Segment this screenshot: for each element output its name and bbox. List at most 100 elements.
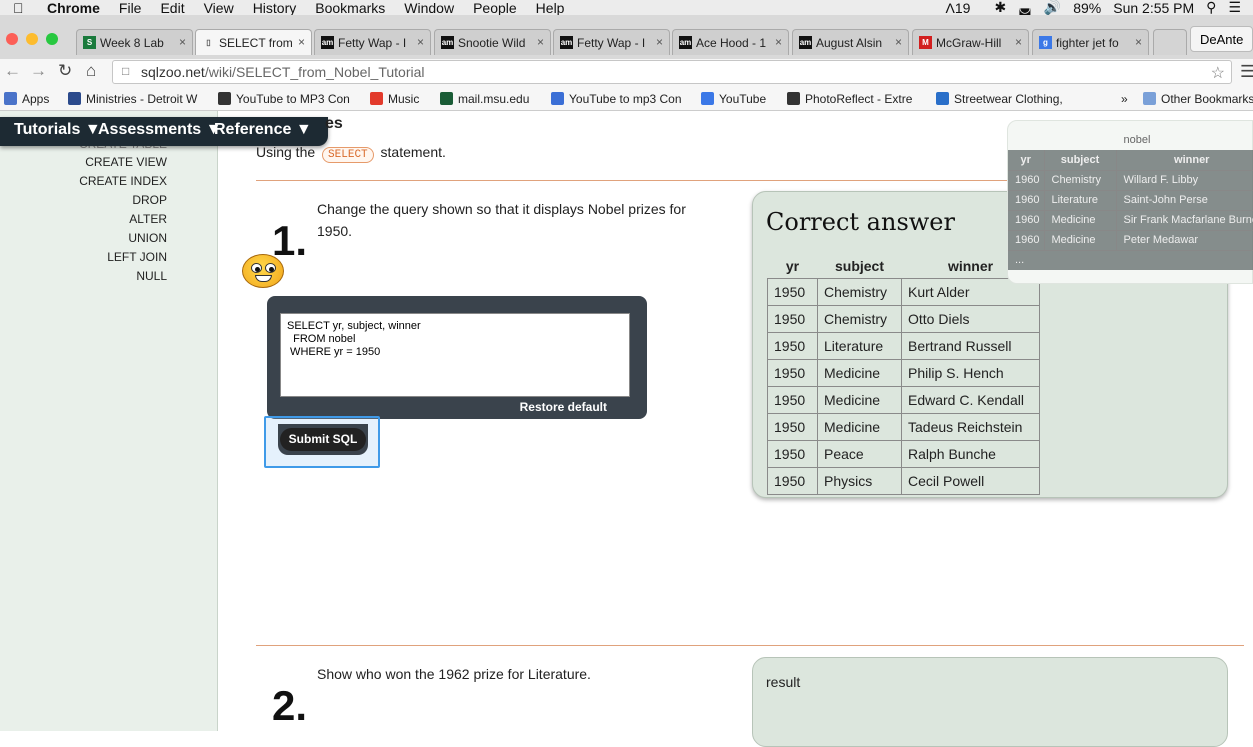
minimize-window-icon[interactable] <box>26 33 38 45</box>
bookmarks-overflow-icon[interactable]: » <box>1121 92 1128 106</box>
table-cell: Medicine <box>818 359 902 386</box>
tab-close-icon[interactable]: × <box>298 35 305 49</box>
menu-bookmarks[interactable]: Bookmarks <box>315 0 385 16</box>
wifi-icon[interactable]: ◛ <box>1018 0 1032 16</box>
close-window-icon[interactable] <box>6 33 18 45</box>
tab-close-icon[interactable]: × <box>895 35 902 49</box>
nav-reference[interactable]: Reference ▼ <box>214 121 312 139</box>
bookmark-label: mail.msu.edu <box>458 92 529 106</box>
bookmark-item[interactable]: Music <box>370 92 419 106</box>
battery-percent[interactable]: 89% <box>1073 0 1101 16</box>
table-cell: Tadeus Reichstein <box>902 413 1040 440</box>
bookmark-item[interactable]: YouTube <box>701 92 766 106</box>
bookmark-item[interactable]: Apps <box>4 92 49 106</box>
column-header: subject <box>818 254 902 278</box>
sidebar-item[interactable]: CREATE VIEW <box>85 155 167 169</box>
sidebar-item[interactable]: NULL <box>136 269 167 283</box>
nobel-preview-panel: nobel yrsubjectwinner 1960ChemistryWilla… <box>1007 120 1253 284</box>
tab[interactable]: gfighter jet fo× <box>1032 29 1149 55</box>
table-row: 1960MedicinePeter Medawar <box>1008 230 1253 250</box>
menu-people[interactable]: People <box>473 0 517 16</box>
table-row: 1950PhysicsCecil Powell <box>768 467 1040 494</box>
bookmark-item[interactable]: Streetwear Clothing, <box>936 92 1063 106</box>
tab[interactable]: amFetty Wap - I× <box>314 29 431 55</box>
clock[interactable]: Sun 2:55 PM <box>1113 0 1194 16</box>
home-icon[interactable]: ⌂ <box>86 61 96 81</box>
tab-close-icon[interactable]: × <box>1135 35 1142 49</box>
tab[interactable]: amSnootie Wild× <box>434 29 551 55</box>
forward-icon[interactable]: → <box>30 61 47 81</box>
menu-view[interactable]: View <box>204 0 234 16</box>
nav-tutorials[interactable]: Tutorials ▼ <box>14 121 101 139</box>
tab-close-icon[interactable]: × <box>179 35 186 49</box>
tab-close-icon[interactable]: × <box>1015 35 1022 49</box>
bluetooth-icon[interactable]: ✱ <box>994 0 1006 16</box>
menu-chrome[interactable]: Chrome <box>47 0 100 16</box>
spotlight-icon[interactable]: ⚲ <box>1206 0 1216 16</box>
volume-icon[interactable]: 🔊 <box>1044 0 1061 16</box>
bookmark-item[interactable]: mail.msu.edu <box>440 92 529 106</box>
sidebar-item[interactable]: DROP <box>132 193 167 207</box>
new-tab-button[interactable] <box>1153 29 1187 55</box>
table-row: 1950LiteratureBertrand Russell <box>768 332 1040 359</box>
zoom-window-icon[interactable] <box>46 33 58 45</box>
tab-close-icon[interactable]: × <box>775 35 782 49</box>
notification-center-icon[interactable]: ☰ <box>1228 0 1241 16</box>
menu-file[interactable]: File <box>119 0 142 16</box>
tab-label: McGraw-Hill <box>936 36 1001 50</box>
address-bar[interactable]: □ sqlzoo.net/wiki/SELECT_from_Nobel_Tuto… <box>112 60 1232 84</box>
bookmark-item[interactable]: YouTube to mp3 Con <box>551 92 682 106</box>
top-nav: Tutorials ▼ Assessments ▼ Reference ▼ <box>0 117 328 146</box>
tab-label: Fetty Wap - I <box>577 36 645 50</box>
chrome-menu-icon[interactable]: ☰ <box>1240 62 1253 82</box>
table-cell: 1950 <box>768 305 818 332</box>
reload-icon[interactable]: ↻ <box>58 61 72 81</box>
menu-edit[interactable]: Edit <box>160 0 184 16</box>
bookmark-item[interactable]: Ministries - Detroit W <box>68 92 197 106</box>
bookmark-item[interactable]: YouTube to MP3 Con <box>218 92 350 106</box>
profile-button[interactable]: DeAnte <box>1190 26 1253 52</box>
submit-sql-button[interactable]: Submit SQL <box>278 424 368 455</box>
tab[interactable]: amAugust Alsin× <box>792 29 909 55</box>
menu-help[interactable]: Help <box>536 0 565 16</box>
tab[interactable]: amAce Hood - 1× <box>672 29 789 55</box>
bookmark-favicon-icon <box>1143 92 1156 105</box>
sidebar-item[interactable]: LEFT JOIN <box>107 250 167 264</box>
sidebar-item[interactable]: CREATE INDEX <box>79 174 167 188</box>
bookmarks-bar: Apps Ministries - Detroit W YouTube to MP3… <box>0 87 1253 111</box>
sidebar-item[interactable]: UNION <box>128 231 167 245</box>
tab-favicon-icon: g <box>1039 36 1052 49</box>
table-row: 1950MedicineEdward C. Kendall <box>768 386 1040 413</box>
tab-close-icon[interactable]: × <box>537 35 544 49</box>
table-row: 1960MedicineSir Frank Macfarlane Burnet <box>1008 210 1253 230</box>
tab[interactable]: SWeek 8 Lab× <box>76 29 193 55</box>
table-row: 1950MedicinePhilip S. Hench <box>768 359 1040 386</box>
bookmark-item[interactable]: Other Bookmarks <box>1143 92 1253 106</box>
table-cell: Otto Diels <box>902 305 1040 332</box>
table-cell: 1960 <box>1008 210 1044 230</box>
column-header: yr <box>768 254 818 278</box>
question-1-text: Change the query shown so that it displa… <box>317 198 687 242</box>
sidebar-item[interactable]: ALTER <box>129 212 167 226</box>
back-icon[interactable]: ← <box>4 61 21 81</box>
tab[interactable]: MMcGraw-Hill× <box>912 29 1029 55</box>
bookmark-label: Streetwear Clothing, <box>954 92 1063 106</box>
bookmark-favicon-icon <box>551 92 564 105</box>
tab[interactable]: amFetty Wap - I× <box>553 29 670 55</box>
bookmark-item[interactable]: PhotoReflect - Extre <box>787 92 912 106</box>
apple-icon[interactable]:  <box>13 0 29 16</box>
menu-window[interactable]: Window <box>404 0 454 16</box>
table-cell: Peace <box>818 440 902 467</box>
menu-history[interactable]: History <box>253 0 297 16</box>
tab-close-icon[interactable]: × <box>656 35 663 49</box>
url-path: /wiki/SELECT_from_Nobel_Tutorial <box>205 64 425 80</box>
nav-assessments[interactable]: Assessments ▼ <box>98 121 221 139</box>
table-row: 1960LiteratureSaint-John Perse <box>1008 190 1253 210</box>
adobe-icon[interactable]: Λ19 <box>946 0 983 16</box>
bookmark-star-icon[interactable]: ☆ <box>1211 63 1225 83</box>
intro-text: Using the SELECT statement. <box>256 144 446 163</box>
tab-close-icon[interactable]: × <box>417 35 424 49</box>
sql-input[interactable] <box>280 313 630 397</box>
restore-default-link[interactable]: Restore default <box>520 400 607 414</box>
tab[interactable]: ▯SELECT from× <box>195 29 312 55</box>
